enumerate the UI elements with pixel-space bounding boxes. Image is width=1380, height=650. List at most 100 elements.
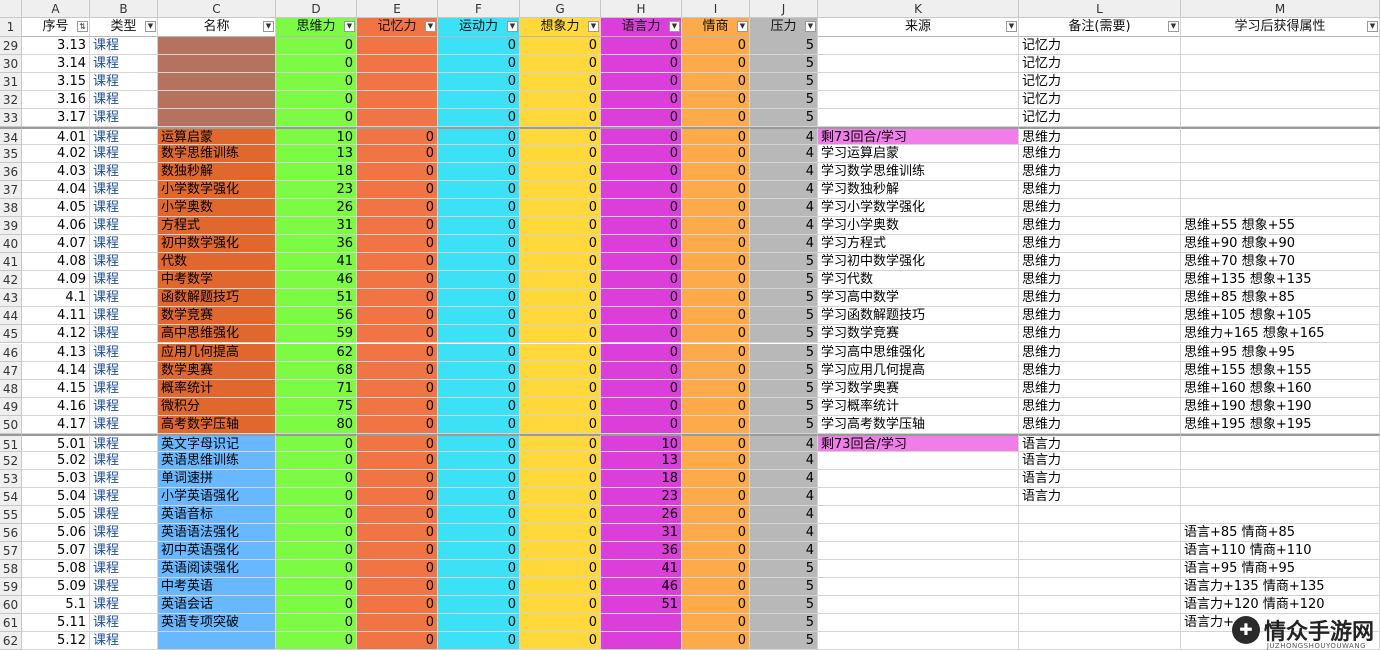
cell-f[interactable]: 0 xyxy=(438,307,520,326)
cell-l[interactable]: 思维力 xyxy=(1019,163,1181,182)
cell-a[interactable]: 5.08 xyxy=(22,559,90,578)
cell-i[interactable]: 0 xyxy=(682,235,750,254)
cell-g[interactable]: 0 xyxy=(520,433,601,452)
cell-b[interactable]: 课程 xyxy=(90,73,158,92)
header-cell-l[interactable]: 备注(需要) ▼ xyxy=(1019,18,1181,37)
cell-l[interactable]: 思维力 xyxy=(1019,199,1181,218)
column-header-e[interactable]: E xyxy=(357,0,438,18)
cell-l[interactable]: 语言力 xyxy=(1019,469,1181,488)
cell-c[interactable]: 方程式 xyxy=(158,217,276,236)
cell-m[interactable] xyxy=(1181,487,1380,506)
cell-a[interactable]: 5.06 xyxy=(22,523,90,542)
cell-m[interactable]: 语言力+135 情商+135 xyxy=(1181,577,1380,596)
cell-h[interactable]: 0 xyxy=(601,379,682,398)
cell-e[interactable]: 0 xyxy=(357,127,438,146)
cell-h[interactable]: 0 xyxy=(601,55,682,74)
cell-c[interactable] xyxy=(158,55,276,74)
cell-a[interactable]: 4.09 xyxy=(22,271,90,290)
cell-j[interactable]: 5 xyxy=(750,109,818,128)
cell-l[interactable]: 思维力 xyxy=(1019,397,1181,416)
cell-g[interactable]: 0 xyxy=(520,271,601,290)
cell-g[interactable]: 0 xyxy=(520,307,601,326)
cell-j[interactable]: 5 xyxy=(750,577,818,596)
cell-k[interactable]: 学习数学竞赛 xyxy=(818,325,1019,344)
cell-c[interactable]: 应用几何提高 xyxy=(158,343,276,362)
cell-m[interactable] xyxy=(1181,163,1380,182)
cell-f[interactable]: 0 xyxy=(438,631,520,650)
cell-e[interactable]: 0 xyxy=(357,235,438,254)
cell-k[interactable]: 学习代数 xyxy=(818,271,1019,290)
cell-h[interactable]: 26 xyxy=(601,505,682,524)
cell-b[interactable]: 课程 xyxy=(90,343,158,362)
cell-d[interactable]: 0 xyxy=(276,559,357,578)
filter-dropdown-icon[interactable]: ▼ xyxy=(1367,21,1378,32)
cell-m[interactable]: 思维+105 想象+105 xyxy=(1181,307,1380,326)
cell-l[interactable] xyxy=(1019,541,1181,560)
cell-a[interactable]: 5.11 xyxy=(22,613,90,632)
cell-a[interactable]: 5.01 xyxy=(22,433,90,452)
column-header-k[interactable]: K xyxy=(818,0,1019,18)
column-header-g[interactable]: G xyxy=(520,0,601,18)
cell-d[interactable]: 0 xyxy=(276,595,357,614)
filter-dropdown-icon[interactable]: ▼ xyxy=(1006,21,1017,32)
cell-c[interactable]: 英语阅读强化 xyxy=(158,559,276,578)
cell-f[interactable]: 0 xyxy=(438,451,520,470)
cell-h[interactable]: 41 xyxy=(601,559,682,578)
cell-d[interactable]: 68 xyxy=(276,361,357,380)
cell-c[interactable]: 初中数学强化 xyxy=(158,235,276,254)
cell-m[interactable] xyxy=(1181,37,1380,56)
cell-i[interactable]: 0 xyxy=(682,55,750,74)
cell-a[interactable]: 5.04 xyxy=(22,487,90,506)
cell-d[interactable]: 0 xyxy=(276,451,357,470)
cell-i[interactable]: 0 xyxy=(682,343,750,362)
cell-c[interactable]: 数学奥赛 xyxy=(158,361,276,380)
cell-h[interactable]: 0 xyxy=(601,397,682,416)
cell-m[interactable]: 思维+190 想象+190 xyxy=(1181,397,1380,416)
cell-e[interactable]: 0 xyxy=(357,163,438,182)
cell-a[interactable]: 5.1 xyxy=(22,595,90,614)
cell-e[interactable]: 0 xyxy=(357,271,438,290)
cell-h[interactable]: 0 xyxy=(601,127,682,146)
filter-dropdown-icon[interactable]: ▼ xyxy=(737,21,748,32)
cell-c[interactable]: 微积分 xyxy=(158,397,276,416)
cell-d[interactable]: 41 xyxy=(276,253,357,272)
cell-j[interactable]: 5 xyxy=(750,271,818,290)
cell-k[interactable] xyxy=(818,505,1019,524)
cell-j[interactable]: 4 xyxy=(750,487,818,506)
cell-h[interactable]: 46 xyxy=(601,577,682,596)
cell-m[interactable]: 思维+195 想象+195 xyxy=(1181,415,1380,434)
cell-b[interactable]: 课程 xyxy=(90,127,158,146)
cell-m[interactable]: 思维+90 想象+90 xyxy=(1181,235,1380,254)
cell-b[interactable]: 课程 xyxy=(90,487,158,506)
cell-l[interactable] xyxy=(1019,577,1181,596)
cell-d[interactable]: 0 xyxy=(276,541,357,560)
cell-h[interactable]: 0 xyxy=(601,253,682,272)
cell-e[interactable]: 0 xyxy=(357,325,438,344)
cell-a[interactable]: 4.05 xyxy=(22,199,90,218)
cell-f[interactable]: 0 xyxy=(438,73,520,92)
cell-m[interactable] xyxy=(1181,469,1380,488)
header-cell-c[interactable]: 名称 ▼ xyxy=(158,18,276,37)
cell-a[interactable]: 3.17 xyxy=(22,109,90,128)
cell-a[interactable]: 4.15 xyxy=(22,379,90,398)
cell-h[interactable]: 0 xyxy=(601,271,682,290)
cell-j[interactable]: 4 xyxy=(750,199,818,218)
cell-e[interactable]: 0 xyxy=(357,487,438,506)
cell-e[interactable]: 0 xyxy=(357,397,438,416)
filter-dropdown-icon[interactable]: ▼ xyxy=(1168,21,1179,32)
cell-g[interactable]: 0 xyxy=(520,91,601,110)
cell-c[interactable]: 英语思维训练 xyxy=(158,451,276,470)
cell-f[interactable]: 0 xyxy=(438,181,520,200)
cell-j[interactable]: 5 xyxy=(750,289,818,308)
cell-e[interactable]: 0 xyxy=(357,253,438,272)
cell-l[interactable]: 语言力 xyxy=(1019,451,1181,470)
cell-l[interactable] xyxy=(1019,559,1181,578)
cell-f[interactable]: 0 xyxy=(438,163,520,182)
cell-l[interactable]: 记忆力 xyxy=(1019,73,1181,92)
cell-d[interactable]: 13 xyxy=(276,145,357,164)
cell-d[interactable]: 0 xyxy=(276,523,357,542)
column-header-j[interactable]: J xyxy=(750,0,818,18)
cell-a[interactable]: 4.14 xyxy=(22,361,90,380)
cell-j[interactable]: 5 xyxy=(750,595,818,614)
cell-i[interactable]: 0 xyxy=(682,145,750,164)
